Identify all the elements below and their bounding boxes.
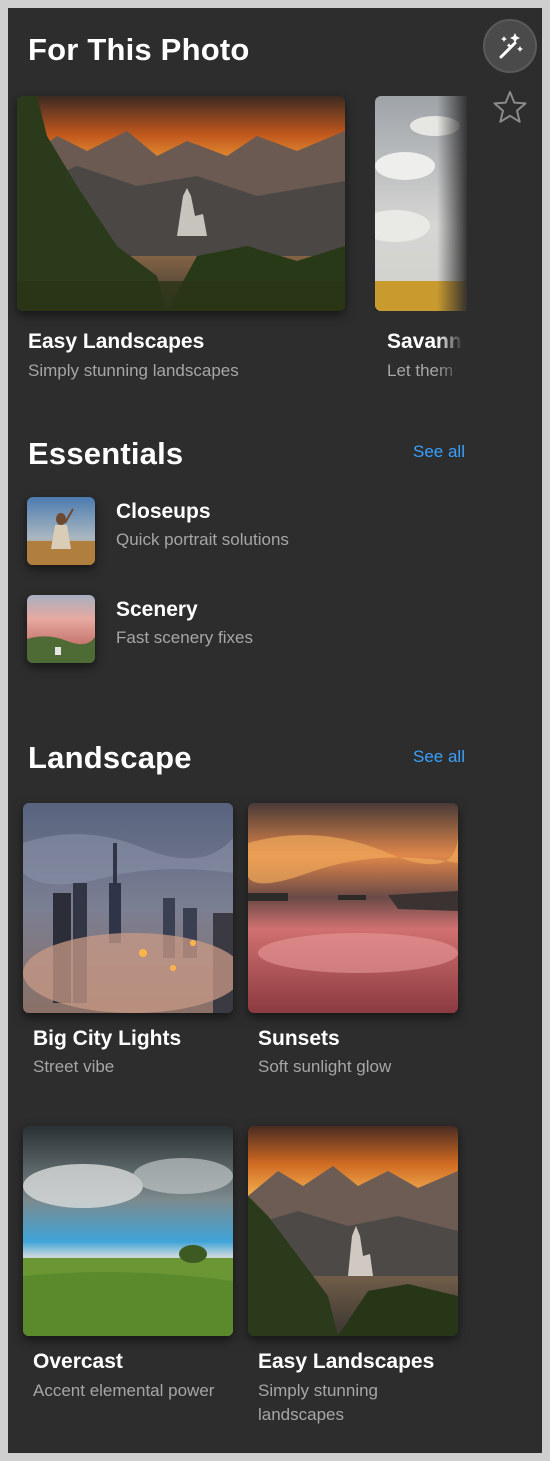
card-savanna-image-clip bbox=[375, 96, 467, 311]
essentials-see-all-link[interactable]: See all bbox=[413, 442, 465, 462]
card-title: Easy Landscapes bbox=[258, 1350, 435, 1373]
card-big-city-lights-image[interactable] bbox=[23, 803, 233, 1013]
magic-wand-icon bbox=[499, 33, 523, 59]
carousel-fade bbox=[437, 96, 467, 311]
card-subtitle: Street vibe bbox=[33, 1057, 115, 1076]
section-heading-landscape: Landscape bbox=[28, 740, 192, 775]
essentials-item-subtitle: Fast scenery fixes bbox=[116, 628, 253, 647]
text-fade bbox=[437, 328, 463, 386]
card-title: Big City Lights bbox=[33, 1027, 182, 1050]
card-title: Easy Landscapes bbox=[28, 330, 205, 353]
card-subtitle: Simply stunning landscapes bbox=[258, 1381, 379, 1424]
section-heading-for-this-photo: For This Photo bbox=[28, 32, 250, 67]
landscape-see-all-link[interactable]: See all bbox=[413, 747, 465, 767]
star-icon[interactable] bbox=[490, 88, 530, 128]
card-easy-landscapes-image[interactable] bbox=[248, 1126, 458, 1336]
card-sunsets-image[interactable] bbox=[248, 803, 458, 1013]
card-subtitle: Accent elemental power bbox=[33, 1381, 215, 1400]
presets-panel: For This Photo Easy Landscapes Simply st… bbox=[8, 8, 542, 1453]
closeups-thumbnail[interactable] bbox=[27, 497, 95, 565]
card-title: Sunsets bbox=[258, 1027, 340, 1050]
card-savanna-text-clip: Savanna Let them bbox=[387, 328, 463, 386]
card-easy-landscapes-image[interactable] bbox=[17, 96, 345, 311]
card-overcast-image[interactable] bbox=[23, 1126, 233, 1336]
scenery-thumbnail[interactable] bbox=[27, 595, 95, 663]
card-subtitle: Simply stunning landscapes bbox=[28, 361, 239, 380]
essentials-item-title[interactable]: Scenery bbox=[116, 598, 198, 622]
essentials-item-title[interactable]: Closeups bbox=[116, 500, 211, 524]
essentials-item-subtitle: Quick portrait solutions bbox=[116, 530, 289, 549]
section-heading-essentials: Essentials bbox=[28, 436, 184, 471]
card-subtitle: Soft sunlight glow bbox=[258, 1057, 392, 1076]
magic-wand-button[interactable] bbox=[483, 19, 537, 73]
card-title: Overcast bbox=[33, 1350, 123, 1373]
